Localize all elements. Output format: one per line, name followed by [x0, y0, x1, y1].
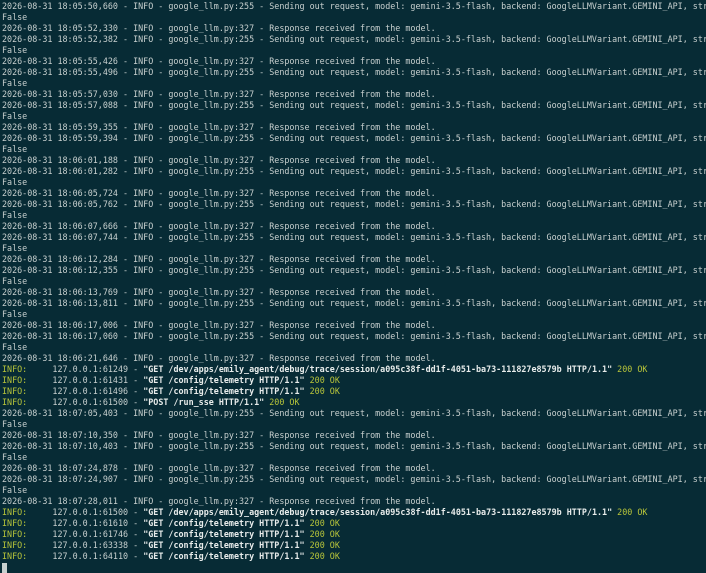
log-line: 2026-08-31 18:06:13,811 - INFO - google_… [2, 298, 706, 308]
status-text: 200 OK [304, 540, 340, 550]
log-level: INFO: [2, 540, 28, 550]
request-line: "GET /config/telemetry HTTP/1.1" [143, 551, 305, 561]
log-line: 2026-08-31 18:06:01,188 - INFO - google_… [2, 155, 436, 165]
access-log-line: INFO: 127.0.0.1:61746 - "GET /config/tel… [2, 529, 706, 540]
log-level: INFO: [2, 518, 28, 528]
log-level: INFO: [2, 375, 28, 385]
log-line: False [2, 485, 28, 495]
log-line: 2026-08-31 18:05:52,330 - INFO - google_… [2, 23, 436, 33]
log-line: 2026-08-31 18:07:05,403 - INFO - google_… [2, 408, 706, 418]
log-output: 2026-08-31 18:05:50,660 - INFO - google_… [2, 1, 706, 562]
log-line: 2026-08-31 18:07:10,403 - INFO - google_… [2, 441, 706, 451]
log-line: 2026-08-31 18:05:55,496 - INFO - google_… [2, 67, 706, 77]
status-text: 200 OK [612, 364, 648, 374]
log-line: 2026-08-31 18:05:57,030 - INFO - google_… [2, 89, 436, 99]
client-address: 127.0.0.1:61249 - [27, 364, 144, 374]
log-line: 2026-08-31 18:06:17,006 - INFO - google_… [2, 320, 436, 330]
request-line: "GET /dev/apps/emily_agent/debug/trace/s… [143, 507, 613, 517]
access-log-line: INFO: 127.0.0.1:61496 - "GET /config/tel… [2, 386, 706, 397]
log-line: 2026-08-31 18:05:59,394 - INFO - google_… [2, 133, 706, 143]
log-line: False [2, 342, 28, 352]
request-line: "GET /config/telemetry HTTP/1.1" [143, 518, 305, 528]
status-text: 200 OK [264, 397, 300, 407]
client-address: 127.0.0.1:61500 - [27, 397, 144, 407]
log-line: False [2, 78, 28, 88]
log-line: 2026-08-31 18:05:55,426 - INFO - google_… [2, 56, 436, 66]
log-line: 2026-08-31 18:06:21,646 - INFO - google_… [2, 353, 436, 363]
log-line: False [2, 210, 28, 220]
request-line: "GET /dev/apps/emily_agent/debug/trace/s… [143, 364, 613, 374]
log-line: 2026-08-31 18:06:13,769 - INFO - google_… [2, 287, 436, 297]
log-line: 2026-08-31 18:05:59,355 - INFO - google_… [2, 122, 436, 132]
log-line: False [2, 144, 28, 154]
request-line: "GET /config/telemetry HTTP/1.1" [143, 529, 305, 539]
log-level: INFO: [2, 551, 28, 561]
log-line: 2026-08-31 18:06:12,355 - INFO - google_… [2, 265, 706, 275]
client-address: 127.0.0.1:61496 - [27, 386, 144, 396]
log-line: False [2, 45, 28, 55]
request-line: "POST /run_sse HTTP/1.1" [143, 397, 265, 407]
log-level: INFO: [2, 529, 28, 539]
log-level: INFO: [2, 364, 28, 374]
log-line: False [2, 111, 28, 121]
log-line: False [2, 276, 28, 286]
client-address: 127.0.0.1:61746 - [27, 529, 144, 539]
terminal-window[interactable]: 2026-08-31 18:05:50,660 - INFO - google_… [0, 0, 706, 573]
log-line: 2026-08-31 18:06:05,762 - INFO - google_… [2, 199, 706, 209]
log-line: False [2, 309, 28, 319]
log-line: 2026-08-31 18:05:50,660 - INFO - google_… [2, 1, 706, 11]
access-log-line: INFO: 127.0.0.1:63338 - "GET /config/tel… [2, 540, 706, 551]
log-line: 2026-08-31 18:06:07,666 - INFO - google_… [2, 221, 436, 231]
log-line: 2026-08-31 18:06:01,282 - INFO - google_… [2, 166, 706, 176]
status-text: 200 OK [612, 507, 648, 517]
log-line: False [2, 419, 28, 429]
status-text: 200 OK [304, 551, 340, 561]
log-line: False [2, 177, 28, 187]
status-text: 200 OK [304, 529, 340, 539]
client-address: 127.0.0.1:61500 - [27, 507, 144, 517]
log-level: INFO: [2, 507, 28, 517]
log-line: 2026-08-31 18:06:17,060 - INFO - google_… [2, 331, 706, 341]
access-log-line: INFO: 127.0.0.1:61500 - "POST /run_sse H… [2, 397, 706, 408]
log-line: 2026-08-31 18:05:52,382 - INFO - google_… [2, 34, 706, 44]
client-address: 127.0.0.1:61431 - [27, 375, 144, 385]
client-address: 127.0.0.1:64110 - [27, 551, 144, 561]
status-text: 200 OK [304, 375, 340, 385]
log-line: 2026-08-31 18:07:28,011 - INFO - google_… [2, 496, 436, 506]
status-text: 200 OK [304, 386, 340, 396]
log-line: 2026-08-31 18:06:05,724 - INFO - google_… [2, 188, 436, 198]
log-level: INFO: [2, 386, 28, 396]
request-line: "GET /config/telemetry HTTP/1.1" [143, 540, 305, 550]
log-level: INFO: [2, 397, 28, 407]
request-line: "GET /config/telemetry HTTP/1.1" [143, 375, 305, 385]
access-log-line: INFO: 127.0.0.1:61431 - "GET /config/tel… [2, 375, 706, 386]
log-line: 2026-08-31 18:06:12,284 - INFO - google_… [2, 254, 436, 264]
client-address: 127.0.0.1:63338 - [27, 540, 144, 550]
log-line: 2026-08-31 18:06:07,744 - INFO - google_… [2, 232, 706, 242]
client-address: 127.0.0.1:61610 - [27, 518, 144, 528]
status-text: 200 OK [304, 518, 340, 528]
request-line: "GET /config/telemetry HTTP/1.1" [143, 386, 305, 396]
access-log-line: INFO: 127.0.0.1:64110 - "GET /config/tel… [2, 551, 706, 562]
access-log-line: INFO: 127.0.0.1:61610 - "GET /config/tel… [2, 518, 706, 529]
log-line: False [2, 12, 28, 22]
log-line: False [2, 452, 28, 462]
log-line: False [2, 243, 28, 253]
log-line: 2026-08-31 18:07:10,350 - INFO - google_… [2, 430, 436, 440]
log-line: 2026-08-31 18:07:24,878 - INFO - google_… [2, 463, 436, 473]
log-line: 2026-08-31 18:05:57,088 - INFO - google_… [2, 100, 706, 110]
access-log-line: INFO: 127.0.0.1:61500 - "GET /dev/apps/e… [2, 507, 706, 518]
log-line: 2026-08-31 18:07:24,907 - INFO - google_… [2, 474, 706, 484]
terminal-cursor [2, 563, 7, 573]
access-log-line: INFO: 127.0.0.1:61249 - "GET /dev/apps/e… [2, 364, 706, 375]
